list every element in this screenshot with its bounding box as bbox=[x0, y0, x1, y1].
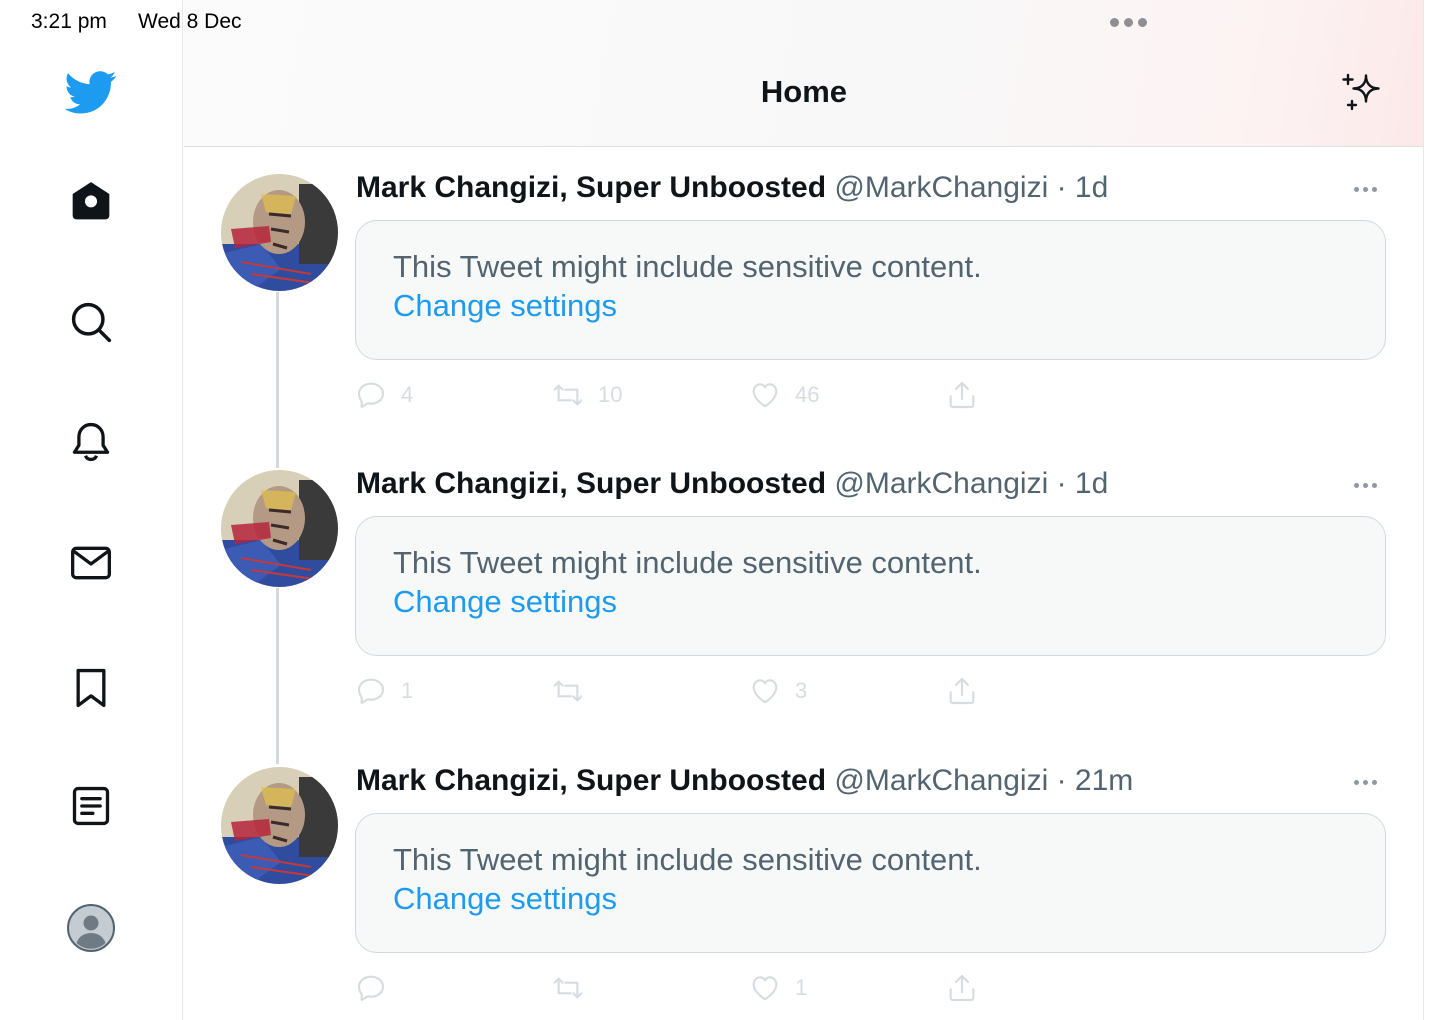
author-name[interactable]: Mark Changizi, Super Unboosted bbox=[356, 764, 826, 797]
reply-count: 4 bbox=[401, 382, 414, 407]
sensitive-content-text: This Tweet might include sensitive conte… bbox=[393, 842, 982, 877]
reply-icon bbox=[357, 382, 385, 409]
home-icon bbox=[72, 182, 110, 220]
tweet[interactable]: Mark Changizi, Super Unboosted @MarkChan… bbox=[184, 443, 1423, 739]
top-tweets-button[interactable] bbox=[1339, 70, 1387, 118]
bell-icon bbox=[72, 422, 110, 462]
more-options-button[interactable] bbox=[1354, 780, 1377, 785]
like-count: 3 bbox=[795, 678, 808, 703]
sensitive-content-text: This Tweet might include sensitive conte… bbox=[393, 545, 982, 580]
retweet-button[interactable]: 10 bbox=[552, 375, 622, 415]
tweet-timestamp[interactable]: · 1d bbox=[1057, 171, 1109, 204]
column-border bbox=[1423, 0, 1424, 1020]
heart-icon bbox=[752, 679, 778, 704]
tweet-timestamp[interactable]: · 1d bbox=[1057, 467, 1109, 500]
avatar-icon bbox=[67, 904, 115, 952]
tweet-header: Mark Changizi, Super Unboosted @MarkChan… bbox=[356, 467, 1108, 501]
sparkle-icon bbox=[1342, 73, 1380, 111]
like-count: 1 bbox=[795, 975, 808, 1000]
author-name[interactable]: Mark Changizi, Super Unboosted bbox=[356, 171, 826, 204]
twitter-logo[interactable] bbox=[61, 62, 121, 122]
share-button[interactable] bbox=[946, 671, 978, 711]
tweet-header: Mark Changizi, Super Unboosted @MarkChan… bbox=[356, 764, 1133, 798]
status-bar: 3:21 pm Wed 8 Dec bbox=[0, 0, 1456, 46]
author-handle[interactable]: @MarkChangizi bbox=[834, 171, 1048, 204]
retweet-count: 10 bbox=[598, 382, 623, 407]
author-avatar[interactable] bbox=[221, 767, 338, 884]
reply-button[interactable]: 4 bbox=[355, 375, 413, 415]
sensitive-content-notice: This Tweet might include sensitive conte… bbox=[355, 516, 1386, 656]
retweet-button[interactable] bbox=[552, 671, 598, 711]
sensitive-content-text: This Tweet might include sensitive conte… bbox=[393, 249, 982, 284]
bookmark-icon bbox=[76, 668, 106, 708]
search-icon bbox=[71, 302, 112, 343]
share-icon bbox=[949, 381, 975, 409]
sidebar-item-explore[interactable] bbox=[61, 292, 121, 352]
sidebar-item-profile[interactable] bbox=[61, 898, 121, 958]
sensitive-content-notice: This Tweet might include sensitive conte… bbox=[355, 220, 1386, 360]
share-button[interactable] bbox=[946, 375, 978, 415]
heart-icon bbox=[752, 383, 778, 408]
like-count: 46 bbox=[795, 382, 820, 407]
author-avatar[interactable] bbox=[221, 174, 338, 291]
sidebar-item-bookmarks[interactable] bbox=[61, 658, 121, 718]
sidebar-item-messages[interactable] bbox=[61, 533, 121, 593]
reply-count: 1 bbox=[401, 678, 414, 703]
author-handle[interactable]: @MarkChangizi bbox=[834, 467, 1048, 500]
tweet[interactable]: Mark Changizi, Super Unboosted @MarkChan… bbox=[184, 147, 1423, 443]
sidebar-item-notifications[interactable] bbox=[61, 412, 121, 472]
bird-icon bbox=[65, 71, 117, 114]
author-handle[interactable]: @MarkChangizi bbox=[834, 764, 1048, 797]
change-settings-link[interactable]: Change settings bbox=[393, 584, 617, 620]
author-name[interactable]: Mark Changizi, Super Unboosted bbox=[356, 467, 826, 500]
page-title: Home bbox=[760, 74, 848, 109]
reply-button[interactable]: 1 bbox=[355, 671, 413, 711]
multitasking-dots-icon[interactable] bbox=[1110, 18, 1147, 27]
sidebar-nav bbox=[0, 0, 183, 1020]
timeline-header: Home bbox=[184, 46, 1424, 147]
tweet-timestamp[interactable]: · 21m bbox=[1057, 764, 1134, 797]
sidebar-item-lists[interactable] bbox=[61, 776, 121, 836]
list-icon bbox=[72, 786, 110, 826]
change-settings-link[interactable]: Change settings bbox=[393, 881, 617, 917]
retweet-icon bbox=[553, 680, 583, 702]
change-settings-link[interactable]: Change settings bbox=[393, 288, 617, 324]
more-options-button[interactable] bbox=[1354, 483, 1377, 488]
more-options-button[interactable] bbox=[1354, 187, 1377, 192]
retweet-button[interactable] bbox=[552, 968, 598, 1008]
retweet-icon bbox=[553, 384, 583, 406]
like-button[interactable]: 46 bbox=[749, 375, 819, 415]
share-icon bbox=[949, 677, 975, 705]
tweet[interactable]: Mark Changizi, Super Unboosted @MarkChan… bbox=[184, 740, 1423, 1020]
reply-icon bbox=[357, 975, 385, 1002]
author-avatar[interactable] bbox=[221, 470, 338, 587]
reply-icon bbox=[357, 678, 385, 705]
retweet-icon bbox=[553, 977, 583, 999]
share-icon bbox=[949, 974, 975, 1002]
sidebar-item-home[interactable] bbox=[61, 171, 121, 231]
like-button[interactable]: 1 bbox=[749, 968, 807, 1008]
tweet-actions: 1 bbox=[355, 968, 1055, 1008]
tweet-actions: 4 10 46 bbox=[355, 375, 1055, 415]
heart-icon bbox=[752, 976, 778, 1001]
mail-icon bbox=[71, 546, 111, 580]
sensitive-content-notice: This Tweet might include sensitive conte… bbox=[355, 813, 1386, 953]
tweet-header: Mark Changizi, Super Unboosted @MarkChan… bbox=[356, 171, 1108, 205]
share-button[interactable] bbox=[946, 968, 978, 1008]
tweet-actions: 1 3 bbox=[355, 671, 1055, 711]
reply-button[interactable] bbox=[355, 968, 401, 1008]
like-button[interactable]: 3 bbox=[749, 671, 807, 711]
